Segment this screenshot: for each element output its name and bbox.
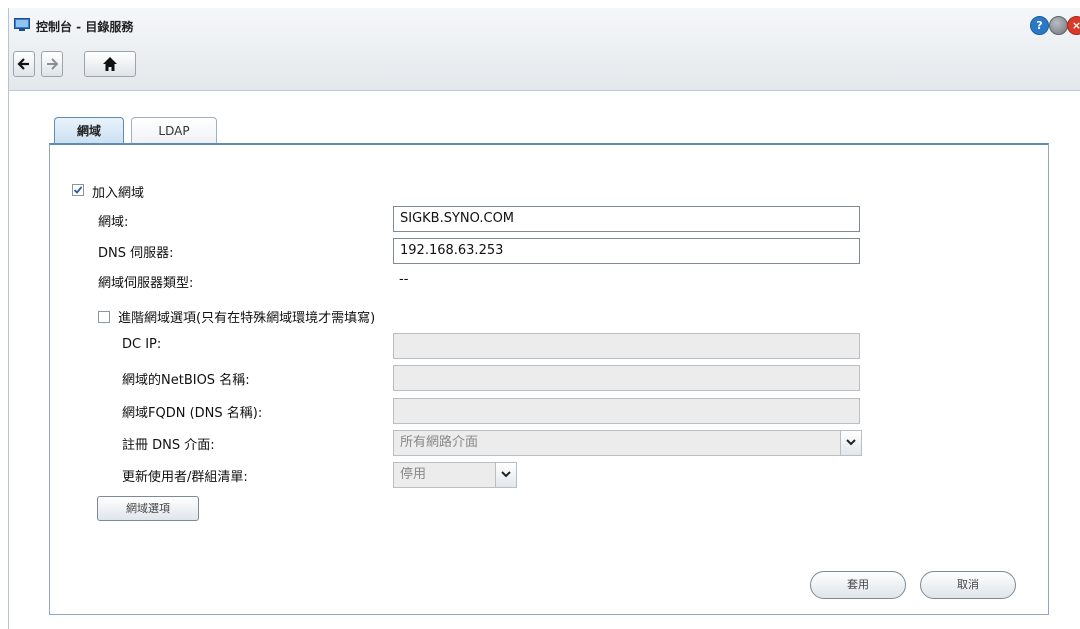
dns-server-label: DNS 伺服器: [98, 246, 174, 261]
domain-input[interactable]: SIGKB.SYNO.COM [393, 206, 860, 232]
dc-ip-input[interactable] [393, 333, 860, 359]
advanced-options-label: 進階網域選項(只有在特殊網域環境才需填寫) [118, 311, 376, 326]
join-domain-label: 加入網域 [92, 186, 145, 201]
arrow-left-icon [14, 52, 34, 76]
close-button[interactable]: × [1067, 16, 1080, 35]
register-dns-label: 註冊 DNS 介面: [122, 438, 215, 453]
checkmark-icon [73, 186, 83, 194]
title-bar: 控制台 - 目錄服務 ? × [9, 8, 1080, 91]
advanced-options-checkbox[interactable] [98, 311, 110, 323]
netbios-input[interactable] [393, 365, 860, 391]
domain-options-button[interactable]: 網域選項 [97, 496, 199, 521]
help-button[interactable]: ? [1030, 16, 1049, 35]
update-list-label: 更新使用者/群組清單: [122, 470, 248, 485]
control-panel-icon [14, 18, 30, 32]
join-domain-checkbox[interactable] [72, 184, 84, 196]
tab-ldap[interactable]: LDAP [131, 117, 217, 145]
chevron-down-icon[interactable] [840, 431, 861, 455]
update-list-select[interactable]: 停用 [393, 462, 517, 488]
register-dns-select[interactable]: 所有網路介面 [393, 430, 862, 456]
cancel-button[interactable]: 取消 [920, 571, 1016, 599]
fqdn-input[interactable] [393, 398, 860, 424]
content-area: 網域 LDAP 加入網域 網域: SIGKB.SYNO.COM DNS 伺服器:… [9, 91, 1080, 629]
domain-panel: 加入網域 網域: SIGKB.SYNO.COM DNS 伺服器: 192.168… [49, 143, 1049, 615]
control-panel-window: 控制台 - 目錄服務 ? × 網域 LDAP 加入網域 網域: SIGKB.SY… [8, 8, 1080, 629]
netbios-label: 網域的NetBIOS 名稱: [122, 373, 250, 388]
home-button[interactable] [84, 51, 136, 77]
dns-server-input[interactable]: 192.168.63.253 [393, 238, 860, 264]
fqdn-label: 網域FQDN (DNS 名稱): [122, 406, 263, 421]
server-type-label: 網域伺服器類型: [98, 276, 194, 291]
window-title: 控制台 - 目錄服務 [36, 20, 134, 34]
register-dns-value: 所有網路介面 [400, 435, 479, 450]
server-type-value: -- [399, 272, 409, 287]
home-icon [85, 52, 135, 76]
arrow-right-icon [42, 52, 62, 76]
tab-domain[interactable]: 網域 [54, 117, 124, 145]
forward-button[interactable] [41, 51, 63, 77]
domain-label: 網域: [98, 215, 129, 230]
apply-button[interactable]: 套用 [810, 571, 906, 599]
chevron-down-icon[interactable] [495, 463, 516, 487]
dc-ip-label: DC IP: [122, 337, 162, 352]
back-button[interactable] [13, 51, 35, 77]
update-list-value: 停用 [400, 467, 427, 482]
minimize-button[interactable] [1049, 16, 1068, 35]
